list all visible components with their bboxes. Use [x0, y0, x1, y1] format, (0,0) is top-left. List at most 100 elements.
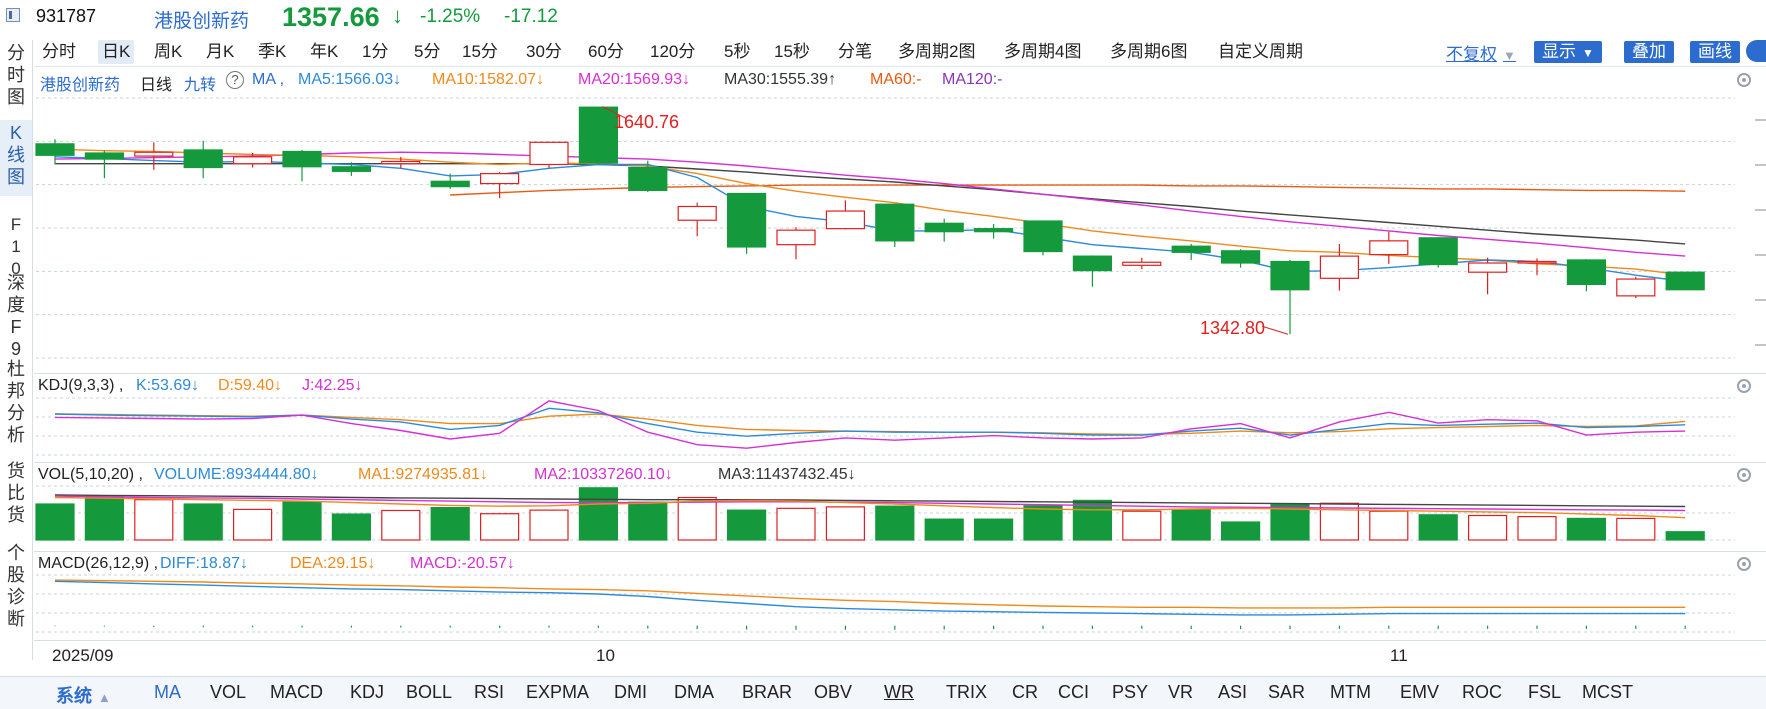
indicator-bar: 系统 ▲ MA VOL MACD KDJ BOLL RSI EXPMA DMI D…	[0, 676, 1766, 709]
volume-bar-down	[875, 505, 915, 541]
volume-bar-down	[578, 487, 619, 541]
chevron-up-icon: ▲	[98, 690, 111, 705]
volume-bar-up	[480, 513, 520, 541]
volume-bar-up	[529, 509, 569, 541]
volume-bar-up	[825, 506, 866, 541]
volume-bar-down	[628, 501, 668, 541]
candle-up	[134, 151, 174, 157]
candle-up	[677, 205, 717, 221]
candle-down	[282, 150, 322, 168]
indicator-dmi[interactable]: DMI	[614, 682, 647, 703]
candle-down	[973, 228, 1014, 233]
system-dropdown[interactable]: 系统 ▲	[56, 682, 111, 708]
indicator-dma[interactable]: DMA	[674, 682, 714, 703]
candle-down	[875, 203, 915, 242]
candle-down	[1418, 237, 1458, 266]
volume-bar-down	[35, 503, 75, 541]
candle-up	[1122, 261, 1162, 266]
candle-down	[430, 180, 470, 188]
volume-bar-up	[233, 508, 273, 541]
volume-bar-up	[381, 509, 421, 541]
volume-bar-down	[282, 501, 322, 541]
volume-bar-up	[1616, 517, 1656, 541]
indicator-mtm[interactable]: MTM	[1330, 682, 1371, 703]
kline-chart[interactable]	[0, 0, 1766, 676]
candle-down	[726, 192, 767, 248]
indicator-brar[interactable]: BRAR	[742, 682, 792, 703]
indicator-ma[interactable]: MA	[154, 682, 181, 703]
indicator-expma[interactable]: EXPMA	[526, 682, 589, 703]
kdj-j-line	[54, 400, 1686, 449]
indicator-obv[interactable]: OBV	[814, 682, 852, 703]
indicator-trix[interactable]: TRIX	[946, 682, 987, 703]
candle-down	[1566, 259, 1607, 286]
candle-down	[628, 166, 668, 192]
volume-bar-down	[1171, 508, 1211, 541]
indicator-rsi[interactable]: RSI	[474, 682, 504, 703]
volume-bar-down	[183, 503, 223, 541]
candle-down	[1072, 255, 1113, 272]
indicator-emv[interactable]: EMV	[1400, 682, 1439, 703]
high-annotation: 1640.76	[614, 112, 680, 132]
candle-down	[1220, 250, 1261, 264]
x-axis-label: 11	[1390, 646, 1408, 665]
volume-bar-down	[430, 507, 470, 541]
x-axis-label: 2025/09	[52, 646, 114, 665]
indicator-wr[interactable]: WR	[884, 682, 914, 703]
candle-up	[480, 173, 520, 185]
volume-bar-down	[726, 509, 767, 541]
candle-up	[776, 229, 816, 246]
volume-bar-up	[1319, 502, 1360, 541]
indicator-cci[interactable]: CCI	[1058, 682, 1089, 703]
indicator-macd[interactable]: MACD	[270, 682, 323, 703]
candle-up	[1467, 262, 1508, 273]
indicator-psy[interactable]: PSY	[1112, 682, 1148, 703]
candle-down	[578, 106, 619, 164]
volume-bar-down	[1665, 531, 1705, 541]
indicator-vol[interactable]: VOL	[210, 682, 246, 703]
candle-up	[233, 156, 273, 165]
volume-bar-up	[1517, 515, 1557, 541]
indicator-boll[interactable]: BOLL	[406, 682, 452, 703]
indicator-sar[interactable]: SAR	[1268, 682, 1305, 703]
candle-up	[1369, 240, 1409, 256]
candle-down	[331, 166, 371, 172]
candle-up	[1517, 260, 1557, 264]
ma30-line	[55, 163, 1686, 245]
volume-bar-up	[1369, 510, 1409, 541]
indicator-roc[interactable]: ROC	[1462, 682, 1502, 703]
volume-bar-up	[1467, 514, 1508, 541]
low-marker	[1261, 325, 1289, 335]
indicator-kdj[interactable]: KDJ	[350, 682, 384, 703]
indicator-mcst[interactable]: MCST	[1582, 682, 1633, 703]
candle-down	[183, 149, 223, 169]
volume-bar-down	[331, 513, 371, 541]
candle-down	[1171, 245, 1211, 253]
low-annotation: 1342.80	[1200, 318, 1266, 338]
indicator-fsl[interactable]: FSL	[1528, 682, 1561, 703]
candle-up	[381, 160, 421, 165]
volume-bar-down	[84, 496, 125, 541]
volume-bar-up	[776, 507, 816, 541]
indicator-vr[interactable]: VR	[1168, 682, 1193, 703]
candle-down	[84, 152, 125, 160]
volume-bar-down	[924, 518, 964, 541]
candle-down	[35, 143, 75, 156]
candle-down	[924, 222, 964, 233]
candle-up	[529, 141, 569, 166]
volume-bar-down	[1072, 499, 1113, 541]
candle-down	[1665, 271, 1705, 291]
candle-up	[1319, 255, 1360, 279]
volume-bar-up	[134, 499, 174, 541]
x-axis-label: 10	[596, 646, 615, 665]
indicator-asi[interactable]: ASI	[1218, 682, 1247, 703]
volume-bar-up	[1122, 510, 1162, 541]
volume-bar-down	[1220, 521, 1261, 541]
volume-bar-down	[973, 518, 1014, 541]
volume-bar-up	[677, 496, 717, 541]
macd-diff-line	[54, 580, 1686, 616]
volume-bar-down	[1566, 517, 1607, 541]
volume-bar-down	[1023, 505, 1063, 541]
volume-bar-down	[1418, 514, 1458, 541]
indicator-cr[interactable]: CR	[1012, 682, 1038, 703]
